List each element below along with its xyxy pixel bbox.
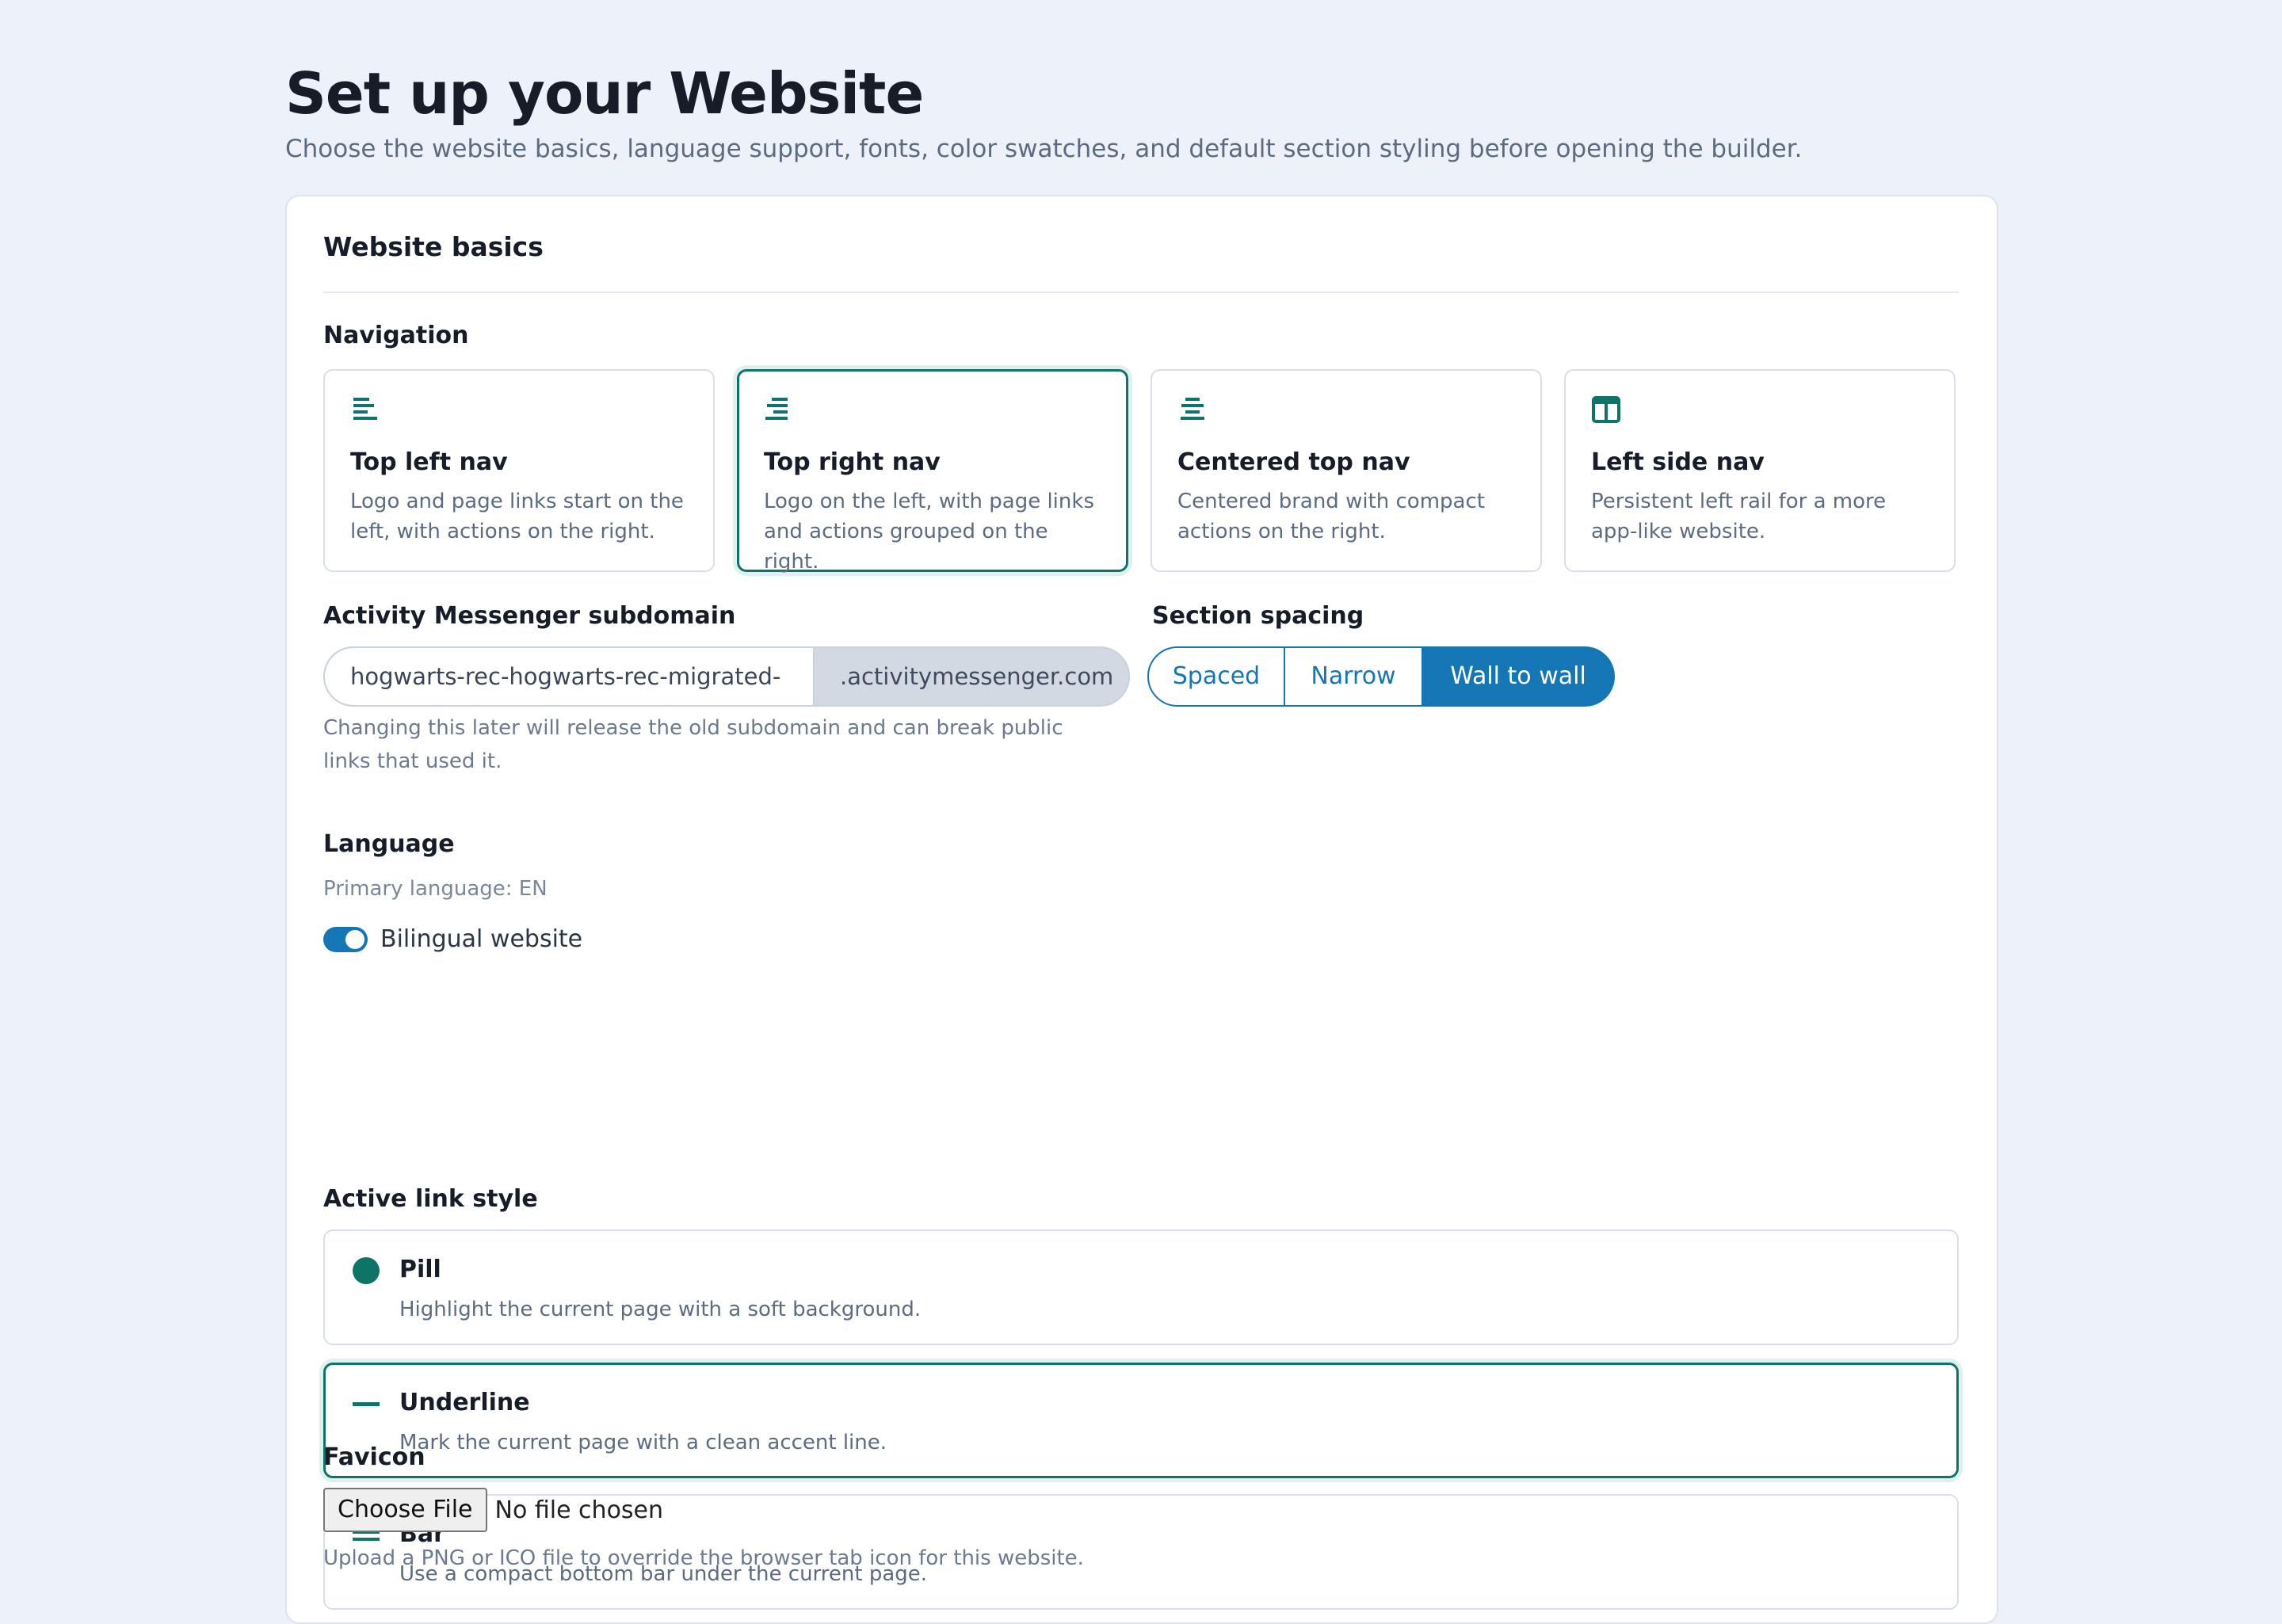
file-status: No file chosen xyxy=(494,1496,664,1524)
favicon-upload: Choose File No file chosen xyxy=(323,1486,663,1534)
choose-file-button[interactable]: Choose File xyxy=(323,1488,487,1532)
card-lower-content: Changing this later will release the old… xyxy=(323,195,1959,1584)
favicon-label: Favicon xyxy=(323,1443,425,1471)
favicon-helper: Upload a PNG or ICO file to override the… xyxy=(323,1546,1084,1570)
page-subtitle: Choose the website basics, language supp… xyxy=(285,135,1803,163)
subdomain-helper-text: Changing this later will release the old… xyxy=(323,716,1063,773)
page-title: Set up your Website xyxy=(285,60,924,127)
